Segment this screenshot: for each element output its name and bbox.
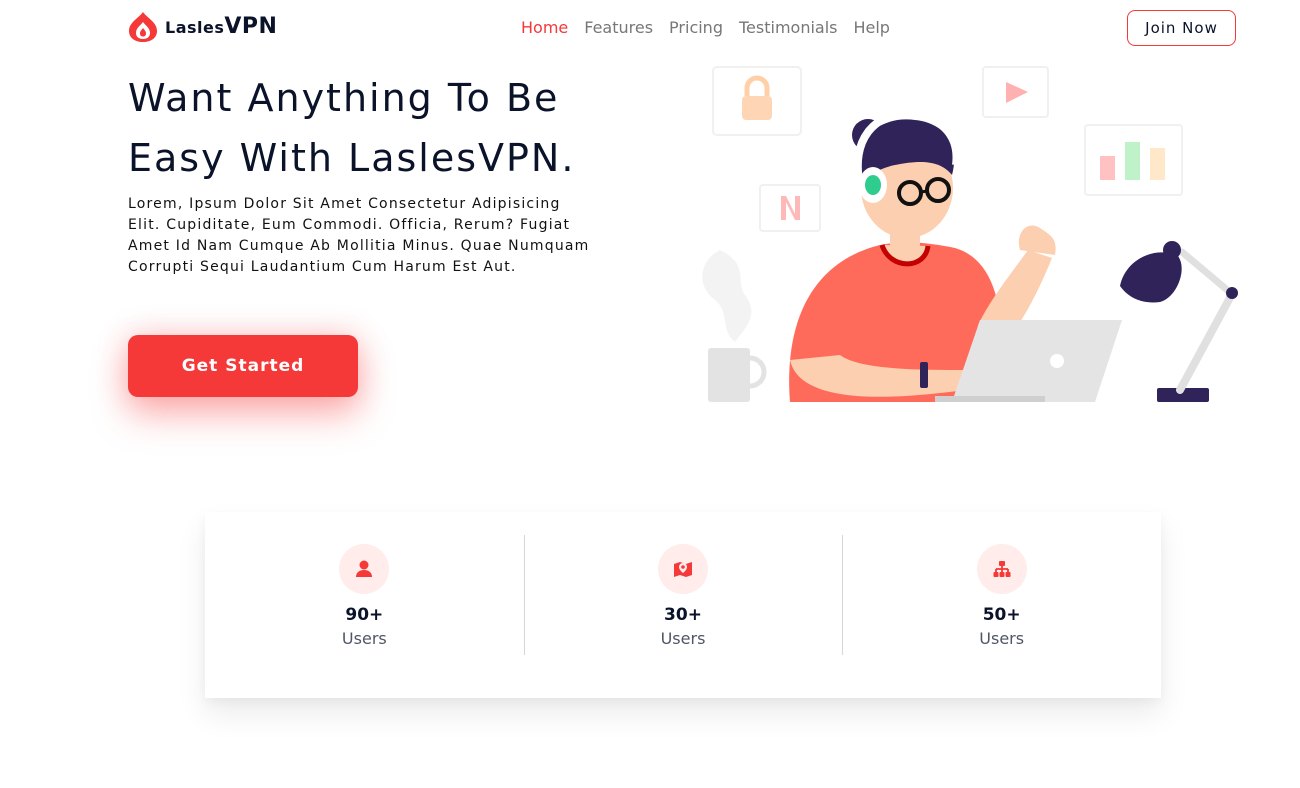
person-illustration: [789, 109, 1122, 402]
play-icon: [982, 66, 1049, 118]
lock-icon: [712, 66, 802, 136]
nav-item-home[interactable]: Home: [521, 18, 568, 37]
main-nav: Home Features Pricing Testimonials Help: [521, 18, 890, 37]
logo[interactable]: Lasles VPN: [127, 10, 277, 43]
mug-icon: [708, 348, 767, 402]
brand-name-big: VPN: [224, 14, 278, 39]
stat-value: 90+: [345, 605, 384, 625]
hero-title: Want Anything To Be Easy With LaslesVPN.: [128, 68, 648, 188]
get-started-button[interactable]: Get Started: [128, 335, 358, 397]
logo-text: Lasles VPN: [165, 14, 277, 39]
stats-panel: 90+ Users 30+ Users 50+ Users: [205, 512, 1161, 698]
stat-icon-wrap: [339, 544, 390, 594]
hero-title-line1: Want Anything To Be: [128, 76, 560, 120]
hero-illustration: [702, 66, 1238, 402]
stat-value: 30+: [664, 605, 702, 625]
hero-title-line2: Easy With LaslesVPN.: [128, 136, 576, 180]
stat-label: Users: [660, 629, 706, 648]
nav-item-pricing[interactable]: Pricing: [669, 18, 723, 37]
hero-description: Lorem, Ipsum Dolor Sit Amet Consectetur …: [128, 196, 590, 275]
map-pin-icon: [674, 562, 692, 577]
server-icon: [993, 561, 1011, 577]
stat-icon-wrap: [658, 544, 708, 594]
bar-chart-icon: [1084, 124, 1183, 196]
brand-name-small: Lasles: [165, 18, 225, 37]
steam-shape: [702, 250, 752, 342]
nav-item-features[interactable]: Features: [584, 18, 653, 37]
nav-item-testimonials[interactable]: Testimonials: [739, 18, 838, 37]
stat-item: 50+ Users: [842, 512, 1161, 698]
join-now-button[interactable]: Join Now: [1127, 10, 1236, 46]
stat-label: Users: [341, 629, 387, 648]
stat-item: 90+ Users: [205, 512, 524, 698]
stat-label: Users: [979, 629, 1025, 648]
stat-icon-wrap: [976, 544, 1027, 594]
lamp-icon: [1120, 241, 1238, 402]
netflix-icon: [759, 184, 821, 232]
stat-value: 50+: [982, 605, 1021, 625]
user-icon: [356, 560, 373, 577]
logo-icon: [129, 12, 157, 42]
nav-item-help[interactable]: Help: [853, 18, 889, 37]
stat-item: 30+ Users: [523, 512, 843, 698]
